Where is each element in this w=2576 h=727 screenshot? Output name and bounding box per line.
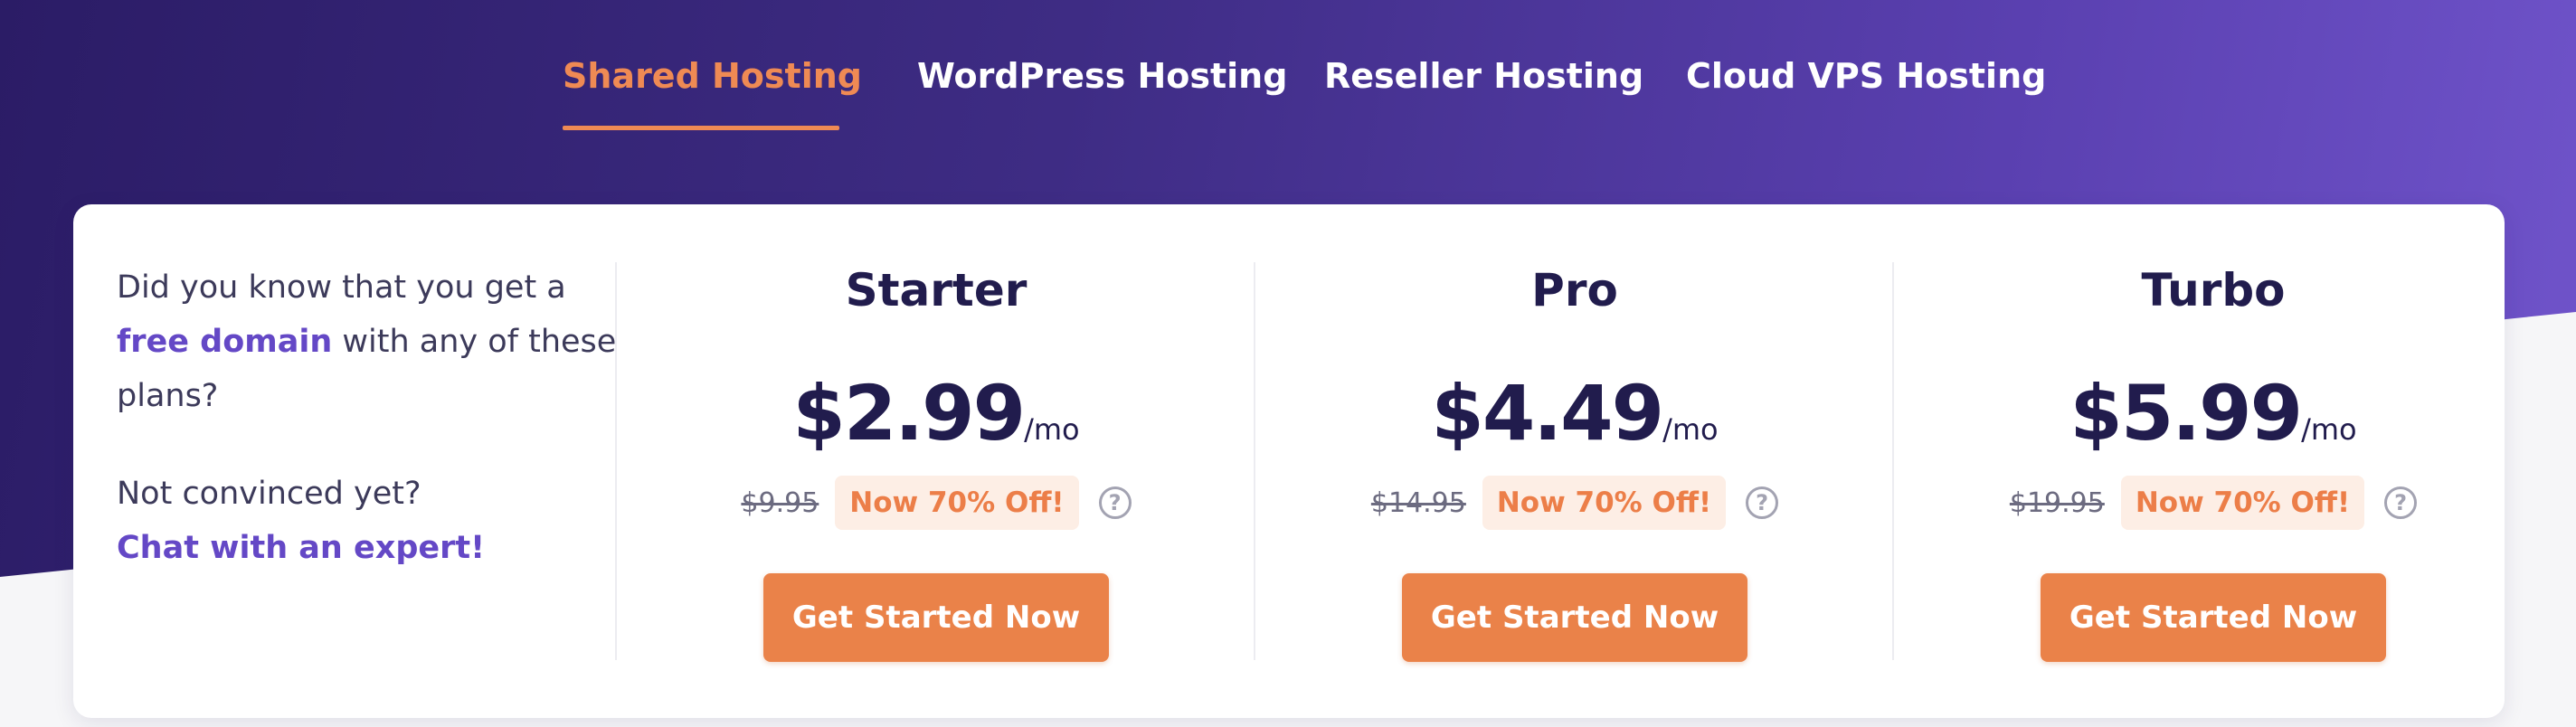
tab-reseller-hosting[interactable]: Reseller Hosting <box>1324 51 1643 134</box>
price-row: $5.99/mo <box>1894 369 2533 458</box>
price-row: $2.99/mo <box>617 369 1255 458</box>
pricing-card: Did you know that you get a free domain … <box>73 204 2505 718</box>
plan-pro: Pro $4.49/mo $14.95 Now 70% Off! ? Get S… <box>1255 204 1894 718</box>
plan-turbo: Turbo $5.99/mo $19.95 Now 70% Off! ? Get… <box>1894 204 2533 718</box>
plan-name: Starter <box>845 264 1028 316</box>
price-period: /mo <box>2301 412 2357 447</box>
plan-starter: Starter $2.99/mo $9.95 Now 70% Off! ? Ge… <box>617 204 1255 718</box>
discount-badge: Now 70% Off! <box>2120 476 2365 530</box>
free-domain-highlight[interactable]: free domain <box>117 324 332 360</box>
tab-label: Reseller Hosting <box>1324 56 1644 96</box>
plan-name: Turbo <box>2141 264 2286 316</box>
discount-row: $19.95 Now 70% Off! ? <box>1894 476 2533 530</box>
discount-badge: Now 70% Off! <box>835 476 1079 530</box>
hosting-tabs: Shared Hosting WordPress Hosting Reselle… <box>0 0 2576 136</box>
tab-label: Cloud VPS Hosting <box>1686 56 2047 96</box>
plan-price: $2.99 <box>792 369 1026 458</box>
plan-name: Pro <box>1531 264 1618 316</box>
free-domain-prefix: Did you know that you get a <box>117 269 566 306</box>
get-started-button-pro[interactable]: Get Started Now <box>1402 573 1747 662</box>
chat-with-expert-link[interactable]: Chat with an expert! <box>117 530 485 566</box>
discount-row: $9.95 Now 70% Off! ? <box>617 476 1255 530</box>
get-started-button-starter[interactable]: Get Started Now <box>763 573 1109 662</box>
question-circle-icon[interactable]: ? <box>2384 486 2418 519</box>
original-price: $14.95 <box>1370 486 1466 519</box>
question-circle-icon[interactable]: ? <box>1746 486 1779 519</box>
discount-badge: Now 70% Off! <box>1482 476 1727 530</box>
intro-panel: Did you know that you get a free domain … <box>117 260 623 575</box>
tab-cloud-vps-hosting[interactable]: Cloud VPS Hosting <box>1686 51 2046 134</box>
plan-price: $5.99 <box>2069 369 2303 458</box>
free-domain-note: Did you know that you get a free domain … <box>117 260 623 423</box>
tab-wordpress-hosting[interactable]: WordPress Hosting <box>917 51 1287 134</box>
not-convinced-text: Not convinced yet? <box>117 476 421 512</box>
tab-shared-hosting[interactable]: Shared Hosting <box>563 51 862 134</box>
original-price: $9.95 <box>741 486 819 519</box>
price-period: /mo <box>1024 412 1080 447</box>
original-price: $19.95 <box>2009 486 2105 519</box>
get-started-button-turbo[interactable]: Get Started Now <box>2041 573 2386 662</box>
price-row: $4.49/mo <box>1255 369 1894 458</box>
price-period: /mo <box>1662 412 1719 447</box>
discount-row: $14.95 Now 70% Off! ? <box>1255 476 1894 530</box>
tab-label: Shared Hosting <box>563 56 862 96</box>
tab-label: WordPress Hosting <box>917 56 1288 96</box>
plan-price: $4.49 <box>1431 369 1664 458</box>
question-circle-icon[interactable]: ? <box>1098 486 1132 519</box>
